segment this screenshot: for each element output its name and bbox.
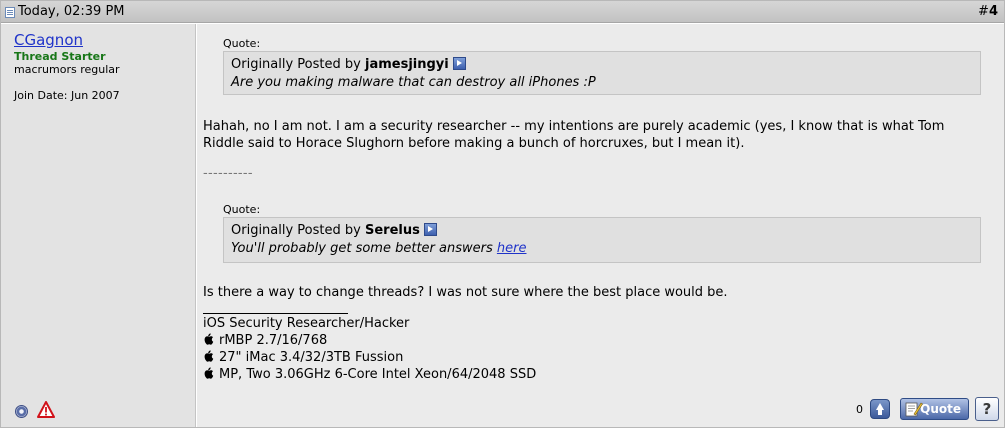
quote-text: You'll probably get some better answers: [231, 241, 493, 256]
arrow-up-icon[interactable]: [870, 399, 890, 419]
apple-icon: [204, 350, 214, 362]
signature-text: rMBP 2.7/16/768: [219, 333, 328, 348]
like-count: 0: [856, 403, 863, 416]
quote-posted-by: Originally Posted by: [231, 223, 361, 238]
multi-quote-button[interactable]: ?: [975, 397, 999, 421]
quote-icon: [905, 402, 923, 417]
quote-button[interactable]: Quote: [900, 398, 969, 420]
apple-icon: [204, 367, 214, 379]
quote-author: jamesjingyi: [364, 57, 449, 72]
quote-block: Originally Posted by jamesjingyi Are you…: [223, 51, 981, 95]
message-paragraph: Is there a way to change threads? I was …: [203, 284, 728, 301]
signature-line: 27" iMac 3.4/32/3TB Fussion: [203, 350, 403, 366]
view-post-icon[interactable]: [423, 223, 437, 236]
report-icon[interactable]: [37, 401, 55, 418]
post-icon: [5, 7, 15, 18]
quote-label: Quote:: [223, 37, 261, 50]
post-content: Quote: Originally Posted by jamesjingyi …: [197, 24, 1004, 427]
forum-post: Today, 02:39 PM #4 CGagnon Thread Starte…: [0, 0, 1005, 428]
quote-posted-by: Originally Posted by: [231, 57, 361, 72]
signature-text: MP, Two 3.06GHz 6-Core Intel Xeon/64/204…: [219, 367, 537, 382]
user-title: Thread Starter: [14, 50, 106, 63]
quote-label: Quote:: [223, 203, 261, 216]
signature-line: MP, Two 3.06GHz 6-Core Intel Xeon/64/204…: [203, 367, 536, 383]
user-rank: macrumors regular: [14, 63, 120, 76]
status-icon: [15, 405, 28, 418]
post-number-prefix: #: [978, 4, 989, 19]
join-date: Join Date: Jun 2007: [14, 89, 120, 102]
post-number-link[interactable]: #4: [978, 1, 998, 23]
quote-text-wrap: You'll probably get some better answers …: [231, 241, 980, 256]
message-line: Hahah, no I am not. I am a security rese…: [203, 119, 945, 134]
quote-text: Are you making malware that can destroy …: [231, 75, 596, 90]
view-post-icon[interactable]: [452, 57, 466, 70]
message-line: Riddle said to Horace Slughorn before ma…: [203, 136, 745, 151]
signature-divider: [203, 313, 348, 314]
message-paragraph: Hahah, no I am not. I am a security rese…: [203, 118, 944, 152]
multi-quote-icon: ?: [982, 400, 992, 418]
quote-link[interactable]: here: [497, 241, 527, 256]
quote-button-label: Quote: [920, 402, 961, 416]
separator: ----------: [203, 166, 253, 181]
quote-block: Originally Posted by Serelus You'll prob…: [223, 217, 981, 263]
signature-text: 27" iMac 3.4/32/3TB Fussion: [219, 350, 404, 365]
post-number: 4: [988, 4, 998, 19]
post-date: Today, 02:39 PM: [18, 4, 125, 19]
user-info-panel: CGagnon Thread Starter macrumors regular…: [1, 24, 196, 427]
username-link[interactable]: CGagnon: [14, 31, 83, 49]
signature-line: iOS Security Researcher/Hacker: [203, 316, 410, 331]
signature-line: rMBP 2.7/16/768: [203, 333, 327, 349]
message-line: Is there a way to change threads? I was …: [203, 285, 728, 300]
apple-icon: [204, 333, 214, 345]
post-header: Today, 02:39 PM #4: [1, 1, 1004, 23]
quote-author: Serelus: [364, 223, 420, 238]
